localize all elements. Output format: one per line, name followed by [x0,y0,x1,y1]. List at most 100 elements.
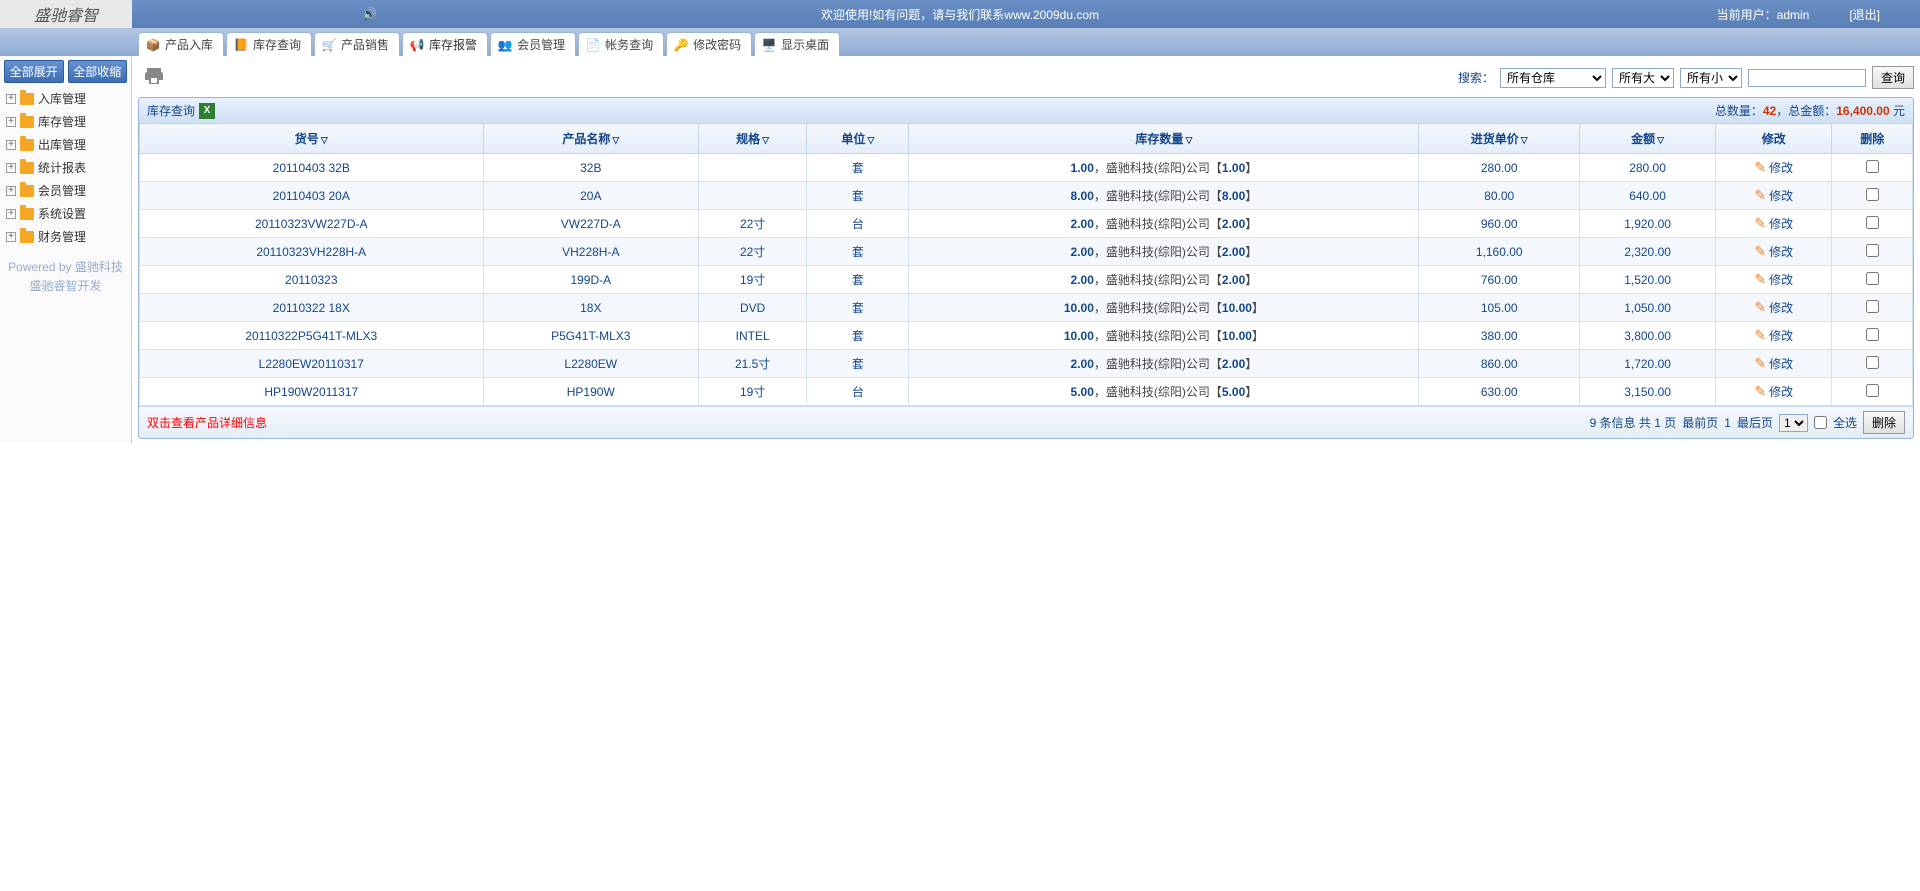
cell-amount: 1,520.00 [1580,266,1716,294]
cell-edit: ✎修改 [1716,322,1832,350]
sidebar-item-系统设置[interactable]: +系统设置 [4,202,127,225]
page-select[interactable]: 1 [1779,414,1808,432]
select-all-checkbox[interactable] [1814,416,1827,429]
logout-link[interactable]: [退出] [1849,6,1880,23]
tab-会员管理[interactable]: 👥会员管理 [490,32,576,56]
expand-icon[interactable]: + [6,209,16,219]
row-checkbox[interactable] [1866,244,1879,257]
cell-name: HP190W [483,378,699,406]
tab-label: 产品销售 [341,36,389,53]
sound-icon[interactable]: 🔊 [362,7,377,21]
th-qty[interactable]: 库存数量▽ [909,124,1419,154]
expand-icon[interactable]: + [6,232,16,242]
sort-icon[interactable]: ▽ [1521,135,1528,145]
th-name[interactable]: 产品名称▽ [483,124,699,154]
th-edit[interactable]: 修改 [1716,124,1832,154]
cell-amount: 3,800.00 [1580,322,1716,350]
row-checkbox[interactable] [1866,328,1879,341]
last-page-link[interactable]: 最后页 [1737,414,1773,431]
th-spec[interactable]: 规格▽ [699,124,807,154]
row-checkbox[interactable] [1866,216,1879,229]
edit-link[interactable]: ✎修改 [1754,215,1793,232]
table-row[interactable]: 20110403 32B 32B 套 1.00，盛驰科技(综阳)公司【1.00】… [140,154,1913,182]
edit-link[interactable]: ✎修改 [1754,271,1793,288]
cell-qty: 8.00，盛驰科技(综阳)公司【8.00】 [909,182,1419,210]
page-number: 1 [1724,416,1731,430]
th-del[interactable]: 删除 [1832,124,1913,154]
row-checkbox[interactable] [1866,356,1879,369]
edit-link[interactable]: ✎修改 [1754,243,1793,260]
table-row[interactable]: 20110323VW227D-A VW227D-A 22寸 台 2.00，盛驰科… [140,210,1913,238]
th-amount[interactable]: 金额▽ [1580,124,1716,154]
table-row[interactable]: 20110322 18X 18X DVD 套 10.00，盛驰科技(综阳)公司【… [140,294,1913,322]
search-input[interactable] [1748,69,1866,87]
th-price[interactable]: 进货单价▽ [1419,124,1580,154]
collapse-all-button[interactable]: 全部收缩 [68,60,128,83]
edit-link[interactable]: ✎修改 [1754,355,1793,372]
edit-link[interactable]: ✎修改 [1754,159,1793,176]
warehouse-select[interactable]: 所有仓库 [1500,68,1606,88]
inventory-panel: 库存查询 X 总数量：42，总金额：16,400.00 元 货号▽产品名称▽规格… [138,97,1914,439]
expand-icon[interactable]: + [6,117,16,127]
edit-link[interactable]: ✎修改 [1754,383,1793,400]
sort-icon[interactable]: ▽ [1185,135,1192,145]
expand-icon[interactable]: + [6,186,16,196]
cell-spec: 19寸 [699,266,807,294]
cell-unit: 套 [807,238,909,266]
tab-帐务查询[interactable]: 📄帐务查询 [578,32,664,56]
row-checkbox[interactable] [1866,384,1879,397]
expand-icon[interactable]: + [6,94,16,104]
tab-修改密码[interactable]: 🔑修改密码 [666,32,752,56]
row-checkbox[interactable] [1866,272,1879,285]
row-checkbox[interactable] [1866,300,1879,313]
search-button[interactable]: 查询 [1872,66,1914,89]
table-row[interactable]: 20110323 199D-A 19寸 套 2.00，盛驰科技(综阳)公司【2.… [140,266,1913,294]
table-row[interactable]: L2280EW20110317 L2280EW 21.5寸 套 2.00，盛驰科… [140,350,1913,378]
print-icon[interactable] [142,64,166,91]
cell-qty: 2.00，盛驰科技(综阳)公司【2.00】 [909,350,1419,378]
tab-库存查询[interactable]: 📙库存查询 [226,32,312,56]
table-row[interactable]: 20110322P5G41T-MLX3 P5G41T-MLX3 INTEL 套 … [140,322,1913,350]
smallcat-select[interactable]: 所有小类 [1680,68,1742,88]
edit-link[interactable]: ✎修改 [1754,187,1793,204]
tab-库存报警[interactable]: 📢库存报警 [402,32,488,56]
sort-icon[interactable]: ▽ [762,135,769,145]
sort-icon[interactable]: ▽ [612,135,619,145]
edit-link[interactable]: ✎修改 [1754,299,1793,316]
row-checkbox[interactable] [1866,160,1879,173]
expand-icon[interactable]: + [6,140,16,150]
first-page-link[interactable]: 最前页 [1682,414,1718,431]
folder-icon [20,185,34,197]
sort-icon[interactable]: ▽ [321,135,328,145]
th-unit[interactable]: 单位▽ [807,124,909,154]
export-excel-icon[interactable]: X [199,103,215,119]
expand-icon[interactable]: + [6,163,16,173]
cell-qty: 5.00，盛驰科技(综阳)公司【5.00】 [909,378,1419,406]
bigcat-select[interactable]: 所有大类 [1612,68,1674,88]
table-row[interactable]: HP190W2011317 HP190W 19寸 台 5.00，盛驰科技(综阳)… [140,378,1913,406]
expand-all-button[interactable]: 全部展开 [4,60,64,83]
hint-text: 双击查看产品详细信息 [147,414,267,431]
sidebar-item-入库管理[interactable]: +入库管理 [4,87,127,110]
sidebar-item-统计报表[interactable]: +统计报表 [4,156,127,179]
cell-name: P5G41T-MLX3 [483,322,699,350]
tab-产品入库[interactable]: 📦产品入库 [138,32,224,56]
sort-icon[interactable]: ▽ [867,135,874,145]
row-checkbox[interactable] [1866,188,1879,201]
delete-selected-button[interactable]: 删除 [1863,411,1905,434]
cell-spec: 21.5寸 [699,350,807,378]
edit-link[interactable]: ✎修改 [1754,327,1793,344]
table-row[interactable]: 20110403 20A 20A 套 8.00，盛驰科技(综阳)公司【8.00】… [140,182,1913,210]
th-code[interactable]: 货号▽ [140,124,484,154]
sidebar-item-库存管理[interactable]: +库存管理 [4,110,127,133]
sidebar-item-财务管理[interactable]: +财务管理 [4,225,127,248]
tab-显示桌面[interactable]: 🖥️显示桌面 [754,32,840,56]
tab-产品销售[interactable]: 🛒产品销售 [314,32,400,56]
sidebar-item-出库管理[interactable]: +出库管理 [4,133,127,156]
table-row[interactable]: 20110323VH228H-A VH228H-A 22寸 套 2.00，盛驰科… [140,238,1913,266]
sort-icon[interactable]: ▽ [1657,135,1664,145]
sidebar-item-会员管理[interactable]: +会员管理 [4,179,127,202]
logo: 盛驰睿智 [0,0,132,28]
content-area: 搜索： 所有仓库 所有大类 所有小类 查询 库存查询 X 总数量：42，总金额：… [132,56,1920,443]
cell-unit: 套 [807,266,909,294]
